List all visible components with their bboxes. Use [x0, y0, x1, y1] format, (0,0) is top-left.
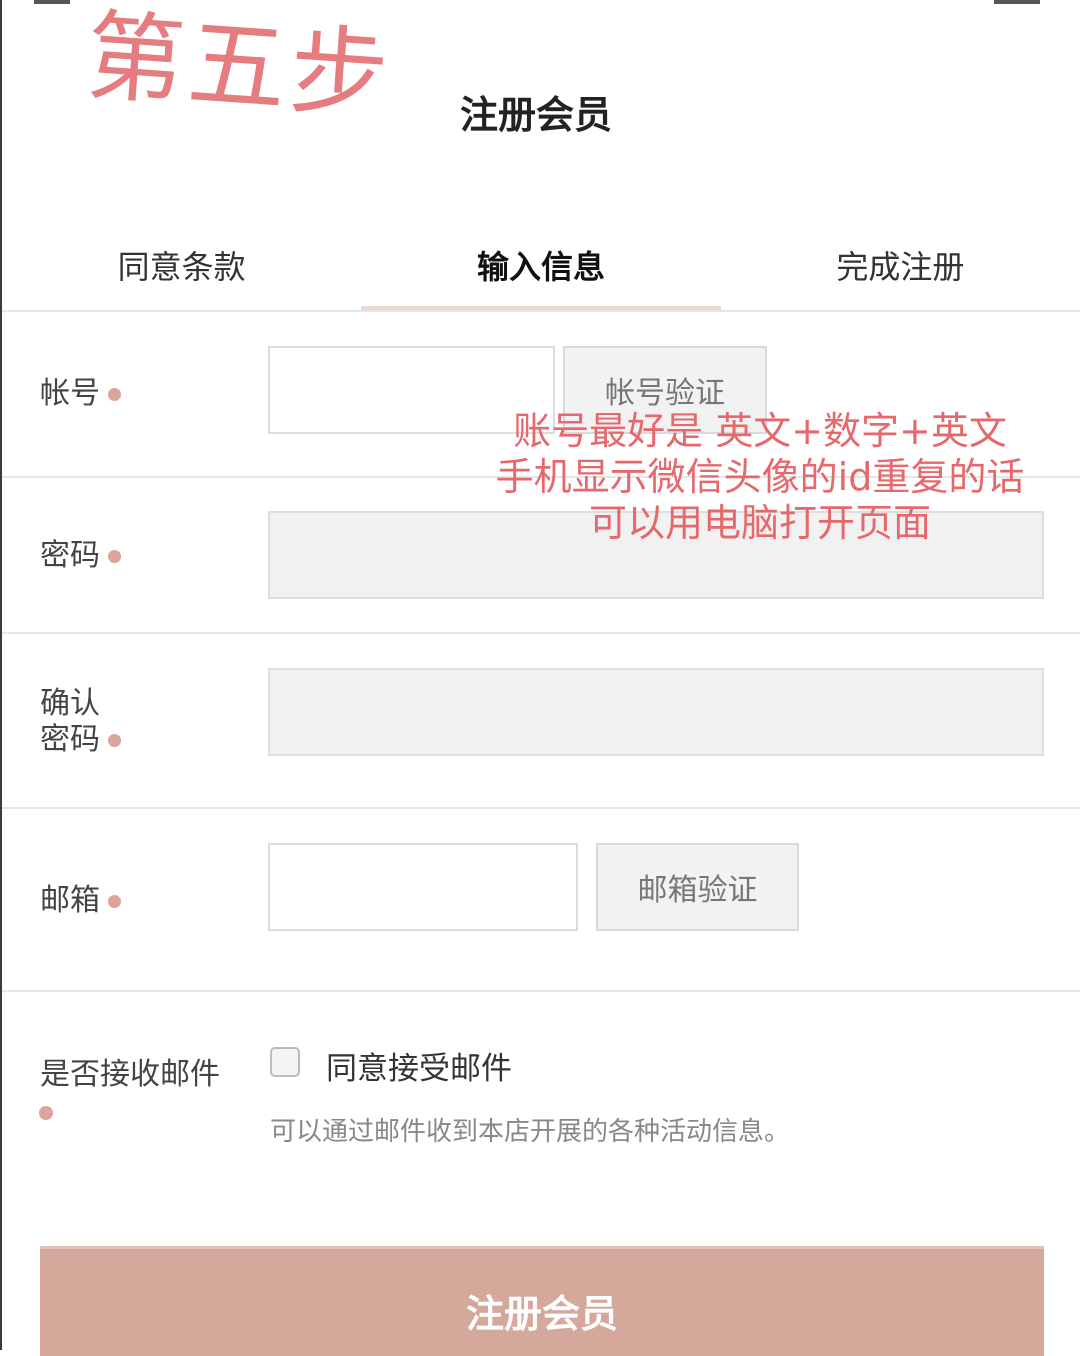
step-tabs: 同意条款 输入信息 完成注册 [2, 220, 1080, 310]
password-label: 密码 [40, 538, 121, 574]
tab-input-info[interactable]: 输入信息 [361, 220, 721, 310]
left-edge-border [0, 0, 2, 1350]
row-divider [2, 990, 1080, 992]
tab-agree-terms[interactable]: 同意条款 [2, 220, 361, 310]
email-label-text: 邮箱 [40, 883, 100, 918]
tab-complete-registration[interactable]: 完成注册 [721, 220, 1080, 310]
page-title: 注册会员 [460, 93, 613, 137]
account-label-text: 帐号 [40, 376, 100, 411]
email-verify-button[interactable]: 邮箱验证 [596, 843, 799, 931]
mail-subscribe-label: 是否接收邮件 [40, 1057, 220, 1093]
note-line: 账号最好是 英文+数字+英文 [513, 409, 1007, 453]
row-divider [2, 807, 1080, 809]
row-divider [2, 632, 1080, 634]
confirm-password-label: 确认 密码 [40, 686, 121, 758]
note-annotation: 账号最好是 英文+数字+英文 手机显示微信头像的id重复的话 可以用电脑打开页面 [470, 408, 1050, 546]
mail-subscribe-label-text: 是否接收邮件 [40, 1057, 220, 1092]
note-line: 手机显示微信头像的id重复的话 [495, 455, 1025, 499]
tabs-divider [2, 310, 1080, 312]
confirm-password-label-line2: 密码 [40, 722, 100, 757]
required-dot [108, 550, 121, 563]
email-label: 邮箱 [40, 883, 121, 919]
required-dot [108, 895, 121, 908]
email-input[interactable] [268, 843, 578, 931]
note-line: 可以用电脑打开页面 [588, 501, 931, 545]
confirm-password-input[interactable] [268, 668, 1044, 756]
register-submit-button[interactable]: 注册会员 [40, 1246, 1044, 1356]
password-label-text: 密码 [40, 538, 100, 573]
mail-subscribe-checkbox[interactable] [270, 1047, 300, 1077]
menu-icon-fragment[interactable] [994, 0, 1040, 4]
required-dot [39, 1106, 53, 1120]
step-annotation: 第五步 [82, 0, 396, 135]
mail-subscribe-checkbox-label[interactable]: 同意接受邮件 [326, 1043, 512, 1088]
mail-subscribe-hint: 可以通过邮件收到本店开展的各种活动信息。 [270, 1117, 791, 1147]
confirm-password-label-line1: 确认 [40, 686, 100, 721]
back-icon-fragment[interactable] [34, 0, 70, 4]
account-label: 帐号 [40, 376, 121, 412]
required-dot [108, 734, 121, 747]
required-dot [108, 388, 121, 401]
